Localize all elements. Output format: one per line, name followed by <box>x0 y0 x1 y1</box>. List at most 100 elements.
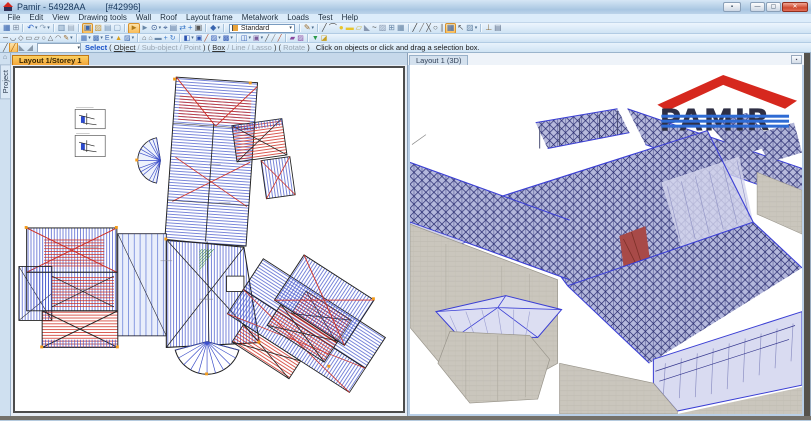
report-icon[interactable]: ⊞ <box>12 24 21 33</box>
mode-combo[interactable]: ▾ <box>36 43 81 52</box>
seg-arc-icon[interactable]: ◡ <box>9 34 17 42</box>
camera-icon[interactable]: ▣ <box>194 24 204 33</box>
window-split-icon[interactable]: ▥ <box>57 24 67 33</box>
wall-grid-icon[interactable]: ▦ ▾ <box>80 34 92 42</box>
display-icon[interactable]: ▤ <box>169 24 179 33</box>
trim-icon[interactable]: ╳ <box>425 24 432 33</box>
3d-viewport[interactable]: PAMIR <box>408 65 804 416</box>
menu-file[interactable]: File <box>3 14 25 22</box>
member-2-icon[interactable]: ╱ <box>270 34 276 42</box>
ring-icon[interactable]: ○ <box>432 24 439 33</box>
draw-arc-icon[interactable]: ⌒ <box>328 24 338 33</box>
output-icon[interactable]: ▤ <box>493 24 503 33</box>
tab-layout-3d[interactable]: Layout 1 (3D) <box>409 55 469 65</box>
menu-loads[interactable]: Loads <box>283 14 314 22</box>
frame-view-icon[interactable]: ▢ <box>113 24 123 33</box>
measure-icon[interactable]: ⌖ <box>162 24 169 33</box>
panel-options-button[interactable]: ▪ <box>791 55 802 64</box>
zoom-icon[interactable]: ⊙ ▾ <box>150 24 162 33</box>
group-icon[interactable]: ▦ <box>396 24 406 33</box>
image-view-icon[interactable]: ▨ <box>93 24 103 33</box>
minimize-button[interactable]: — <box>750 2 765 12</box>
wall-cut-icon[interactable]: ▨ ▾ <box>123 34 135 42</box>
truss-span-icon[interactable]: ╱ <box>203 34 209 42</box>
shape-para-icon[interactable]: ▱ <box>33 34 40 42</box>
toolbar-main: ▦ ⊞ ↶ ▾ ↷ ▾ ▥ ▤ ▣ ▨ ▤ ▢ ► ► ⊙ ▾ ⌖ ▤ ⇄ + ▣ ◆ ▾ Standard ▾ ✎ ▾ ╱ ⌒ ● ▬ ▱ ◣… <box>0 23 811 34</box>
redo-icon[interactable]: ↷ ▾ <box>38 24 50 33</box>
refresh-icon[interactable]: ⇄ <box>178 24 187 33</box>
maximize-button[interactable]: ▢ <box>766 2 781 12</box>
metal-edit-icon[interactable]: ▨ <box>296 34 305 42</box>
draw-line-icon[interactable]: ╱ <box>321 24 328 33</box>
mode-line-icon[interactable]: ╱ <box>2 43 9 52</box>
plan-viewport[interactable] <box>13 66 405 413</box>
draw-circle-icon[interactable]: ● <box>338 24 345 33</box>
roof-gable-icon[interactable]: ⌂ <box>147 34 153 42</box>
draw-hatch-icon[interactable]: ▨ <box>378 24 388 33</box>
truss-infill-icon[interactable]: ▨ ▾ <box>210 34 222 42</box>
stamp-icon[interactable]: ⊥ <box>484 24 493 33</box>
shape-roof-icon[interactable]: ◠ <box>54 34 62 42</box>
frame-edit-icon[interactable]: ▣ ▾ <box>252 34 264 42</box>
plan-view-icon[interactable]: ▣ <box>81 23 94 33</box>
check-icon[interactable]: ◪ <box>320 34 329 42</box>
save-icon[interactable]: ▦ <box>2 24 12 33</box>
wall-panel-icon[interactable]: ▩ ▾ <box>92 34 104 42</box>
map-icon[interactable]: ▦ <box>444 23 457 33</box>
draw-pitch-icon[interactable]: ◣ <box>363 24 371 33</box>
shape-rect-icon[interactable]: ▭ <box>24 34 33 42</box>
quick-access-button[interactable]: ▪ <box>723 2 741 12</box>
loads-icon[interactable]: ▼ <box>311 34 320 42</box>
menu-edit[interactable]: Edit <box>25 14 48 22</box>
node-icon[interactable]: ◇ <box>17 34 24 42</box>
wall-elevation-icon[interactable]: E ▾ <box>104 34 114 42</box>
metal-plate-icon[interactable]: ▰ <box>289 34 296 42</box>
draw-poly-icon[interactable]: ▱ <box>355 24 363 33</box>
undo-icon[interactable]: ↶ ▾ <box>26 24 38 33</box>
roof-rotate-icon[interactable]: ↻ <box>169 34 177 42</box>
window-single-icon[interactable]: ▤ <box>66 24 76 33</box>
menu-wall[interactable]: Wall <box>131 14 155 22</box>
menu-layout-frame[interactable]: Layout frame <box>182 14 238 22</box>
draw-spline-icon[interactable]: ~ <box>371 24 378 33</box>
mode-b-icon[interactable]: ◢ <box>26 43 34 52</box>
elevation-view-icon[interactable]: ▤ <box>103 24 113 33</box>
edit-pen-icon[interactable]: ╱ <box>418 24 425 33</box>
fill-icon[interactable]: ▨ ▾ <box>465 24 478 33</box>
select-pointer-icon[interactable]: ► <box>128 23 140 33</box>
member-3-icon[interactable]: ╱ <box>277 34 283 42</box>
sketch-icon[interactable]: ✎ ▾ <box>62 34 73 42</box>
shape-tri-icon[interactable]: △ <box>47 34 54 42</box>
shape-ellipse-icon[interactable]: ○ <box>40 34 46 42</box>
close-button[interactable]: ✕ <box>782 2 808 12</box>
edit-line-icon[interactable]: ╱ <box>412 24 419 33</box>
truss-layout-icon[interactable]: ◧ ▾ <box>183 34 195 42</box>
roof-move-icon[interactable]: + <box>163 34 169 42</box>
menu-metalwork[interactable]: Metalwork <box>237 14 282 22</box>
menu-roof[interactable]: Roof <box>156 14 182 22</box>
wall-gable-icon[interactable]: ▲ <box>114 34 123 42</box>
menu-help[interactable]: Help <box>337 14 362 22</box>
menu-drawing-tools[interactable]: Drawing tools <box>74 14 131 22</box>
pan-icon[interactable]: + <box>187 24 194 33</box>
style-combo[interactable]: Standard ▾ <box>228 23 295 33</box>
mode-a-icon[interactable]: ◣ <box>18 43 26 52</box>
select-add-icon[interactable]: ► <box>140 24 150 33</box>
mode-select-icon[interactable]: ╱ <box>8 43 18 52</box>
seg-line-icon[interactable]: ─ <box>2 34 9 42</box>
frame-layout-icon[interactable]: ◫ ▾ <box>240 34 252 42</box>
menu-test[interactable]: Test <box>313 14 337 22</box>
tab-layout-storey[interactable]: Layout 1/Storey 1 <box>12 55 89 65</box>
truss-edit-icon[interactable]: ▩ ▾ <box>222 34 234 42</box>
styles-icon[interactable]: ✎ ▾ <box>303 24 315 33</box>
offset-icon[interactable]: ∥ <box>439 24 445 33</box>
sidebar-tab-project[interactable]: Project <box>0 64 11 100</box>
menu-view[interactable]: View <box>48 14 74 22</box>
design-mode-icon[interactable]: ◆ ▾ <box>209 24 221 33</box>
truss-area-icon[interactable]: ▣ <box>195 34 204 42</box>
draw-rect-icon[interactable]: ▬ <box>345 24 355 33</box>
pick-icon[interactable]: ↖ <box>456 24 465 33</box>
roof-panel-icon[interactable]: ▬ <box>154 34 163 42</box>
window-edge-bottom <box>0 416 811 420</box>
copy-icon[interactable]: ⊞ <box>387 24 396 33</box>
